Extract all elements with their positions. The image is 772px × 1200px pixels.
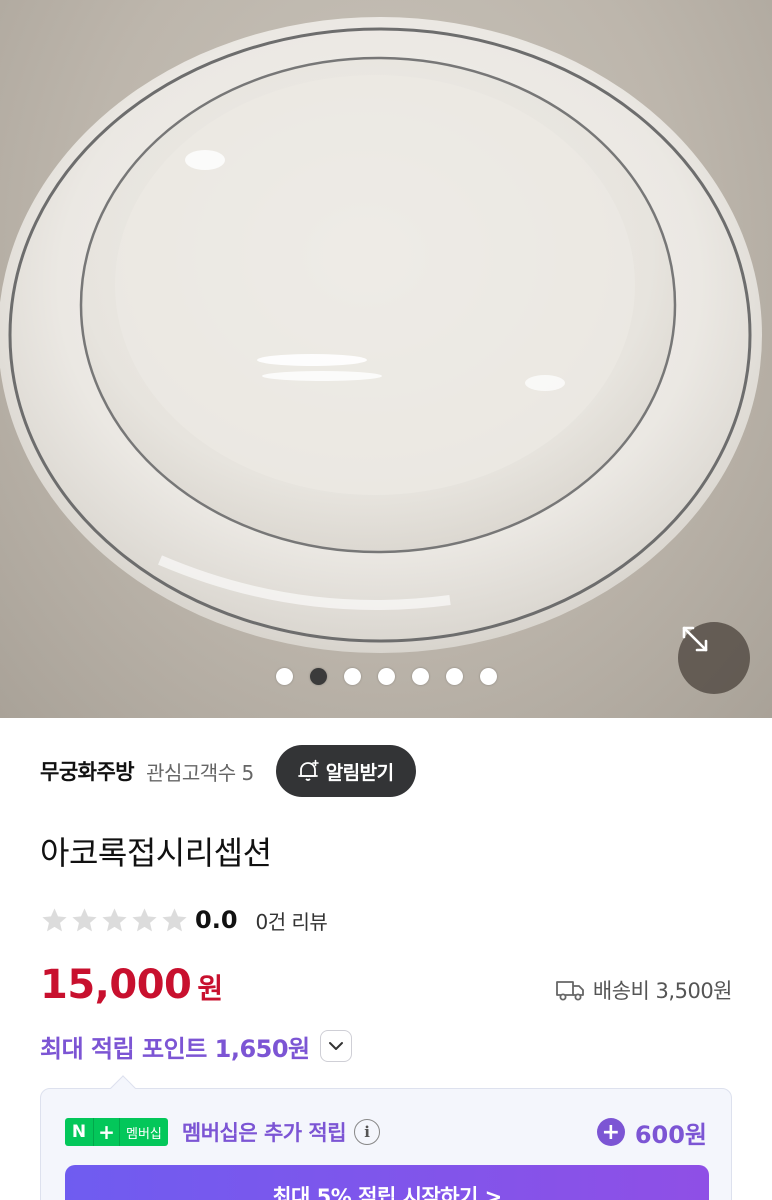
rating-row: 0.0 0건 리뷰 <box>40 900 328 940</box>
gallery-dot[interactable] <box>377 668 395 685</box>
star-empty-icon <box>132 907 157 931</box>
star-empty-icon <box>42 907 67 931</box>
info-icon[interactable]: i <box>354 1119 381 1145</box>
start-membership-button[interactable]: 최대 5% 적립 시작하기 > <box>65 1165 709 1200</box>
badge-label: 멤버십 <box>119 1118 168 1146</box>
membership-row: N + 멤버십 멤버십은 추가 적립 i + 600원 <box>65 1113 707 1151</box>
shipping-fee: 배송비 3,500원 <box>555 972 733 1008</box>
max-points-label: 최대 적립 포인트 1,650원 <box>40 1034 310 1063</box>
star-empty-icon <box>162 907 187 931</box>
plus-circle-icon: + <box>596 1118 625 1146</box>
bell-plus-icon <box>297 759 319 781</box>
store-name-link[interactable]: 무궁화주방 <box>40 756 135 786</box>
price-amount: 15,000 <box>40 962 192 1008</box>
subscribe-alarm-label: 알림받기 <box>325 761 394 784</box>
gallery-dot[interactable] <box>479 668 497 685</box>
naver-plus-membership-badge: N + 멤버십 <box>65 1118 168 1146</box>
chevron-down-icon <box>328 1042 343 1050</box>
gallery-dot[interactable] <box>445 668 463 685</box>
expand-image-button[interactable] <box>678 622 750 694</box>
membership-extra-label: 멤버십은 추가 적립 <box>181 1121 347 1145</box>
membership-card: N + 멤버십 멤버십은 추가 적립 i + 600원 최대 5% 적립 시작하… <box>40 1075 732 1200</box>
points-toggle-button[interactable] <box>319 1030 352 1062</box>
extra-points-value: 600원 <box>634 1120 707 1149</box>
store-followers: 관심고객수 5 <box>146 760 254 785</box>
expand-arrows-icon <box>682 626 708 652</box>
star-empty-icon <box>102 907 127 931</box>
price-unit: 원 <box>197 972 224 1005</box>
review-count-link[interactable]: 0건 리뷰 <box>256 906 328 935</box>
truck-icon <box>556 981 584 1001</box>
badge-plus: + <box>93 1118 119 1146</box>
card-pointer <box>110 1075 136 1101</box>
gallery-dot[interactable] <box>411 668 429 685</box>
product-image-gallery[interactable] <box>0 0 772 718</box>
star-rating <box>40 906 189 935</box>
rating-value: 0.0 <box>195 906 238 934</box>
gallery-pagination <box>0 668 772 685</box>
gallery-dot[interactable] <box>343 668 361 685</box>
points-row: 최대 적립 포인트 1,650원 <box>40 1026 352 1066</box>
star-empty-icon <box>72 907 97 931</box>
membership-extra-points: + 600원 <box>596 1115 707 1150</box>
gallery-dot-active[interactable] <box>309 668 327 685</box>
shipping-fee-label: 배송비 3,500원 <box>592 979 733 1003</box>
gallery-dot[interactable] <box>275 668 293 685</box>
price-row: 15,000 원 <box>40 962 223 1018</box>
store-info-row: 무궁화주방 관심고객수 5 알림받기 <box>40 744 416 798</box>
badge-n: N <box>65 1118 93 1146</box>
product-title: 아코록접시리셉션 <box>40 834 272 872</box>
product-image <box>0 17 762 653</box>
subscribe-alarm-button[interactable]: 알림받기 <box>275 745 416 797</box>
